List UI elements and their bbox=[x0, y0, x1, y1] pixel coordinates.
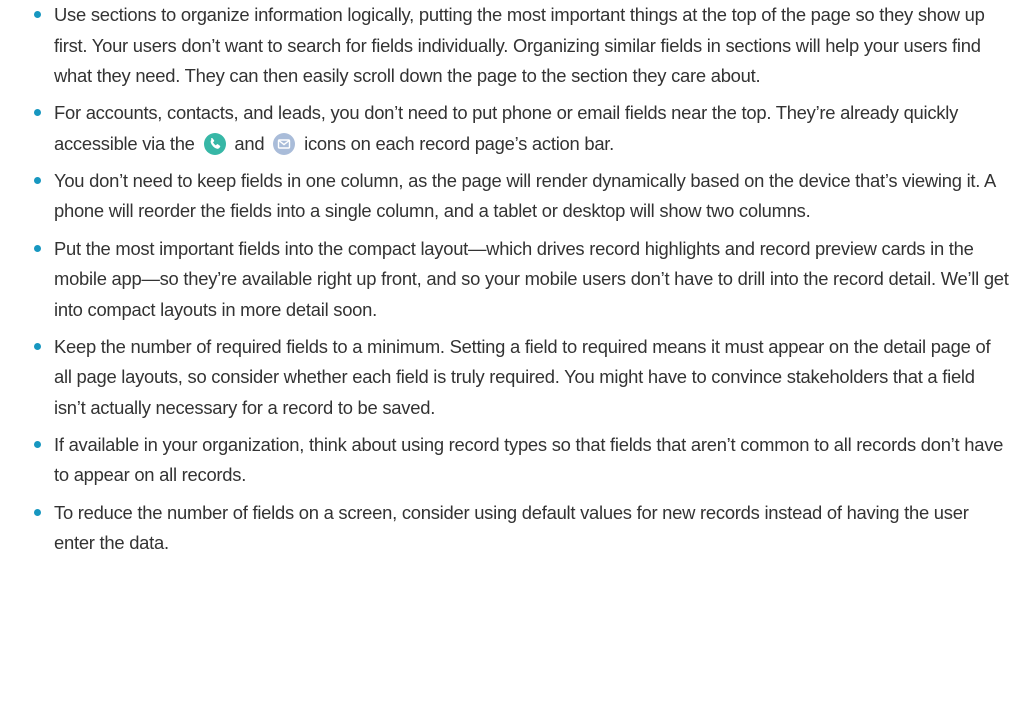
bullet-dot bbox=[34, 244, 41, 252]
list-item-text: To reduce the number of fields on a scre… bbox=[54, 501, 969, 554]
email-icon bbox=[273, 132, 296, 155]
list-item: If available in your organization, think… bbox=[0, 430, 1025, 491]
bullet-dot bbox=[34, 508, 41, 516]
list-item: You don’t need to keep fields in one col… bbox=[0, 166, 1025, 227]
list-item: Keep the number of required fields to a … bbox=[0, 332, 1025, 424]
list-item: To reduce the number of fields on a scre… bbox=[0, 498, 1025, 559]
list-item-text: icons on each record page’s action bar. bbox=[304, 132, 615, 154]
list-item-text: Put the most important fields into the c… bbox=[54, 237, 1009, 320]
document-body: Use sections to organize information log… bbox=[0, 0, 1025, 559]
bullet-list: Use sections to organize information log… bbox=[0, 0, 1025, 559]
list-item: Use sections to organize information log… bbox=[0, 0, 1025, 92]
bullet-dot bbox=[34, 11, 41, 18]
list-item-text: You don’t need to keep fields in one col… bbox=[54, 169, 995, 222]
list-item-text: If available in your organization, think… bbox=[54, 433, 1004, 486]
bullet-dot bbox=[34, 109, 41, 117]
bullet-dot bbox=[34, 176, 41, 184]
list-item-text: Use sections to organize information log… bbox=[54, 4, 985, 86]
list-item: For accounts, contacts, and leads, you d… bbox=[0, 98, 1025, 159]
bullet-dot bbox=[34, 342, 41, 350]
list-item-text: Keep the number of required fields to a … bbox=[54, 335, 991, 418]
phone-icon bbox=[203, 132, 226, 155]
bullet-dot bbox=[34, 440, 41, 448]
list-item-text: and bbox=[234, 132, 265, 154]
list-item: Put the most important fields into the c… bbox=[0, 234, 1025, 326]
